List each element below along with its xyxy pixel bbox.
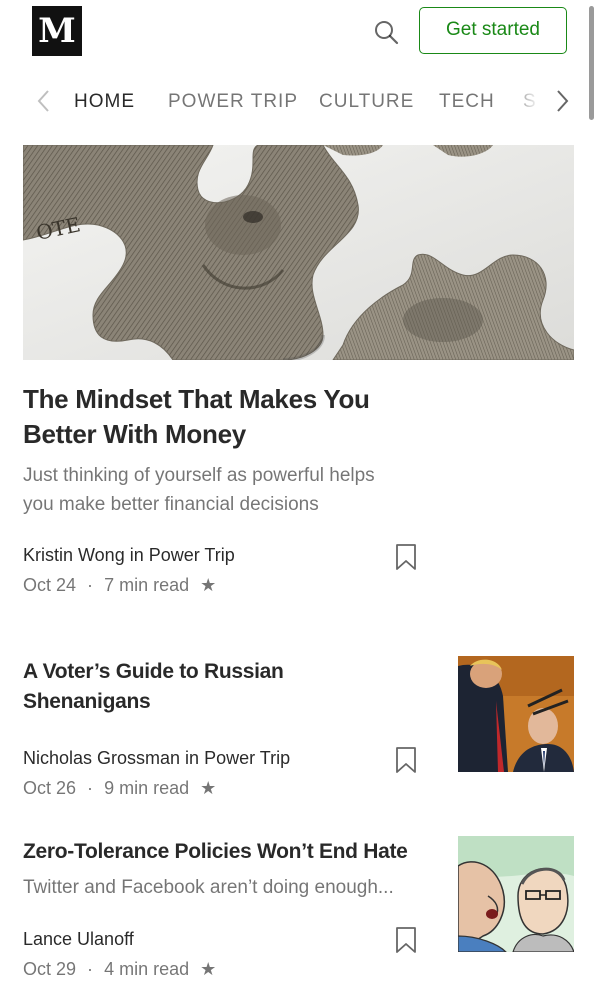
topic-nav: HOME POWER TRIP CULTURE TECH S — [0, 76, 597, 126]
bookmark-icon[interactable] — [395, 543, 417, 571]
article-meta: Oct 24 · 7 min read ★ — [23, 575, 216, 596]
article-title-line[interactable]: Shenanigans — [23, 687, 284, 717]
star-icon: ★ — [200, 959, 217, 979]
article-thumbnail[interactable] — [458, 836, 574, 952]
nav-fade — [510, 76, 552, 126]
article-subtitle: Just thinking of yourself as powerful he… — [23, 461, 375, 519]
tab-tech[interactable]: TECH — [439, 91, 495, 113]
article-title[interactable]: Zero-Tolerance Policies Won’t End Hate — [23, 837, 408, 867]
read-time: 7 min read — [104, 575, 190, 595]
bookmark-icon[interactable] — [395, 746, 417, 774]
tab-culture[interactable]: CULTURE — [319, 91, 414, 113]
meta-separator: · — [87, 959, 94, 979]
tab-power-trip[interactable]: POWER TRIP — [168, 91, 298, 113]
meta-separator: · — [87, 575, 94, 595]
article-title-line[interactable]: The Mindset That Makes You — [23, 382, 370, 417]
chevron-right-icon[interactable] — [549, 86, 575, 116]
article-thumbnail[interactable] — [458, 656, 574, 772]
bookmark-icon[interactable] — [395, 926, 417, 954]
article-subtitle-line: you make better financial decisions — [23, 494, 319, 515]
tab-home[interactable]: HOME — [74, 91, 135, 113]
article-meta: Oct 26 · 9 min read ★ — [23, 778, 216, 799]
read-time: 9 min read — [104, 778, 190, 798]
read-time: 4 min read — [104, 959, 190, 979]
article-date: Oct 29 — [23, 959, 77, 979]
star-icon: ★ — [200, 575, 217, 595]
article-subtitle: Twitter and Facebook aren’t doing enough… — [23, 877, 394, 898]
article-author[interactable]: Lance Ulanoff — [23, 929, 134, 950]
article-date: Oct 24 — [23, 575, 77, 595]
article-title[interactable]: The Mindset That Makes You Better With M… — [23, 382, 370, 452]
article-author[interactable]: Nicholas Grossman in Power Trip — [23, 748, 290, 769]
article-title[interactable]: A Voter’s Guide to Russian Shenanigans — [23, 657, 284, 717]
top-header: M Get started — [0, 0, 597, 66]
article-author[interactable]: Kristin Wong in Power Trip — [23, 545, 235, 566]
get-started-button[interactable]: Get started — [419, 7, 567, 54]
hero-image[interactable]: OTE — [23, 145, 574, 360]
article-subtitle-line: Just thinking of yourself as powerful he… — [23, 465, 375, 486]
article-title-line[interactable]: A Voter’s Guide to Russian — [23, 657, 284, 687]
article-meta: Oct 29 · 4 min read ★ — [23, 959, 216, 980]
article-date: Oct 26 — [23, 778, 77, 798]
meta-separator: · — [87, 778, 94, 798]
medium-logo[interactable]: M — [32, 6, 82, 56]
chevron-left-icon[interactable] — [32, 86, 58, 116]
search-icon[interactable] — [372, 18, 402, 48]
article-title-line[interactable]: Better With Money — [23, 417, 370, 452]
star-icon: ★ — [200, 778, 217, 798]
